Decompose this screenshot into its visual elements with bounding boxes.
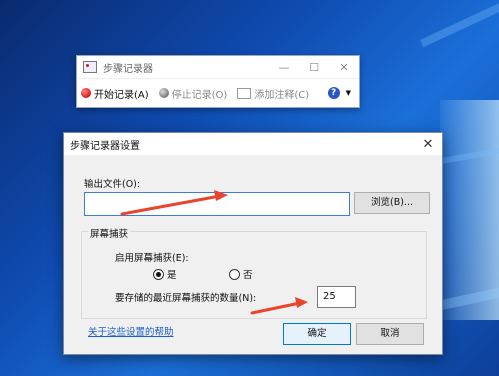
desktop-light	[440, 100, 499, 320]
close-button[interactable]: ✕	[329, 61, 359, 74]
add-comment-label: 添加注释(C)	[254, 89, 310, 101]
ok-button[interactable]: 确定	[283, 323, 351, 345]
radio-unselected-icon	[229, 268, 240, 280]
dialog-titlebar: 步骤记录器设置 ✕	[64, 133, 442, 155]
recorder-titlebar: 步骤记录器 — ☐ ✕	[77, 56, 359, 79]
output-file-label: 输出文件(O):	[84, 179, 141, 190]
stop-icon	[158, 88, 169, 98]
capture-no-label: 否	[243, 270, 253, 281]
recorder-settings-dialog: 步骤记录器设置 ✕ 输出文件(O): 浏览(B)... 屏幕捕获 启用屏幕捕获(…	[63, 132, 443, 355]
capture-yes-radio[interactable]: 是	[153, 267, 177, 281]
start-record-label: 开始记录(A)	[94, 89, 149, 101]
screen-capture-group-title: 屏幕捕获	[88, 226, 131, 240]
maximize-button[interactable]: ☐	[299, 61, 329, 74]
settings-help-link[interactable]: 关于这些设置的帮助	[88, 324, 174, 338]
recorder-toolbar: 开始记录(A) 停止记录(O) 添加注释(C) ? ▼	[77, 79, 359, 107]
radio-selected-icon	[153, 268, 164, 280]
desktop-ray	[420, 0, 499, 48]
output-file-input[interactable]	[84, 192, 350, 216]
recorder-title: 步骤记录器	[103, 63, 153, 75]
window-controls: — ☐ ✕	[269, 61, 359, 74]
capture-no-radio[interactable]: 否	[229, 267, 253, 281]
stop-record-label: 停止记录(O)	[171, 89, 228, 101]
recent-count-label: 要存储的最近屏幕捕获的数量(N):	[115, 293, 257, 304]
cancel-button[interactable]: 取消	[356, 323, 424, 345]
capture-yes-label: 是	[167, 270, 177, 281]
chevron-down-icon[interactable]: ▼	[346, 89, 351, 97]
steps-recorder-window: 步骤记录器 — ☐ ✕ 开始记录(A) 停止记录(O) 添加注释(C) ? ▼	[76, 55, 360, 108]
help-icon[interactable]: ?	[327, 87, 340, 99]
minimize-button[interactable]: —	[269, 61, 299, 74]
start-record-button[interactable]: 开始记录(A)	[81, 86, 149, 101]
stop-record-button[interactable]: 停止记录(O)	[158, 86, 228, 101]
comment-icon	[237, 87, 252, 99]
steps-recorder-app-icon	[83, 61, 97, 73]
screen-capture-group	[81, 231, 427, 319]
record-icon	[81, 88, 91, 98]
enable-capture-label: 启用屏幕捕获(E):	[115, 253, 189, 264]
recent-count-input[interactable]: 25	[317, 286, 356, 308]
add-comment-button[interactable]: 添加注释(C)	[237, 86, 309, 101]
browse-button[interactable]: 浏览(B)...	[354, 192, 430, 214]
dialog-title: 步骤记录器设置	[70, 140, 140, 152]
dialog-close-icon[interactable]: ✕	[414, 137, 442, 152]
